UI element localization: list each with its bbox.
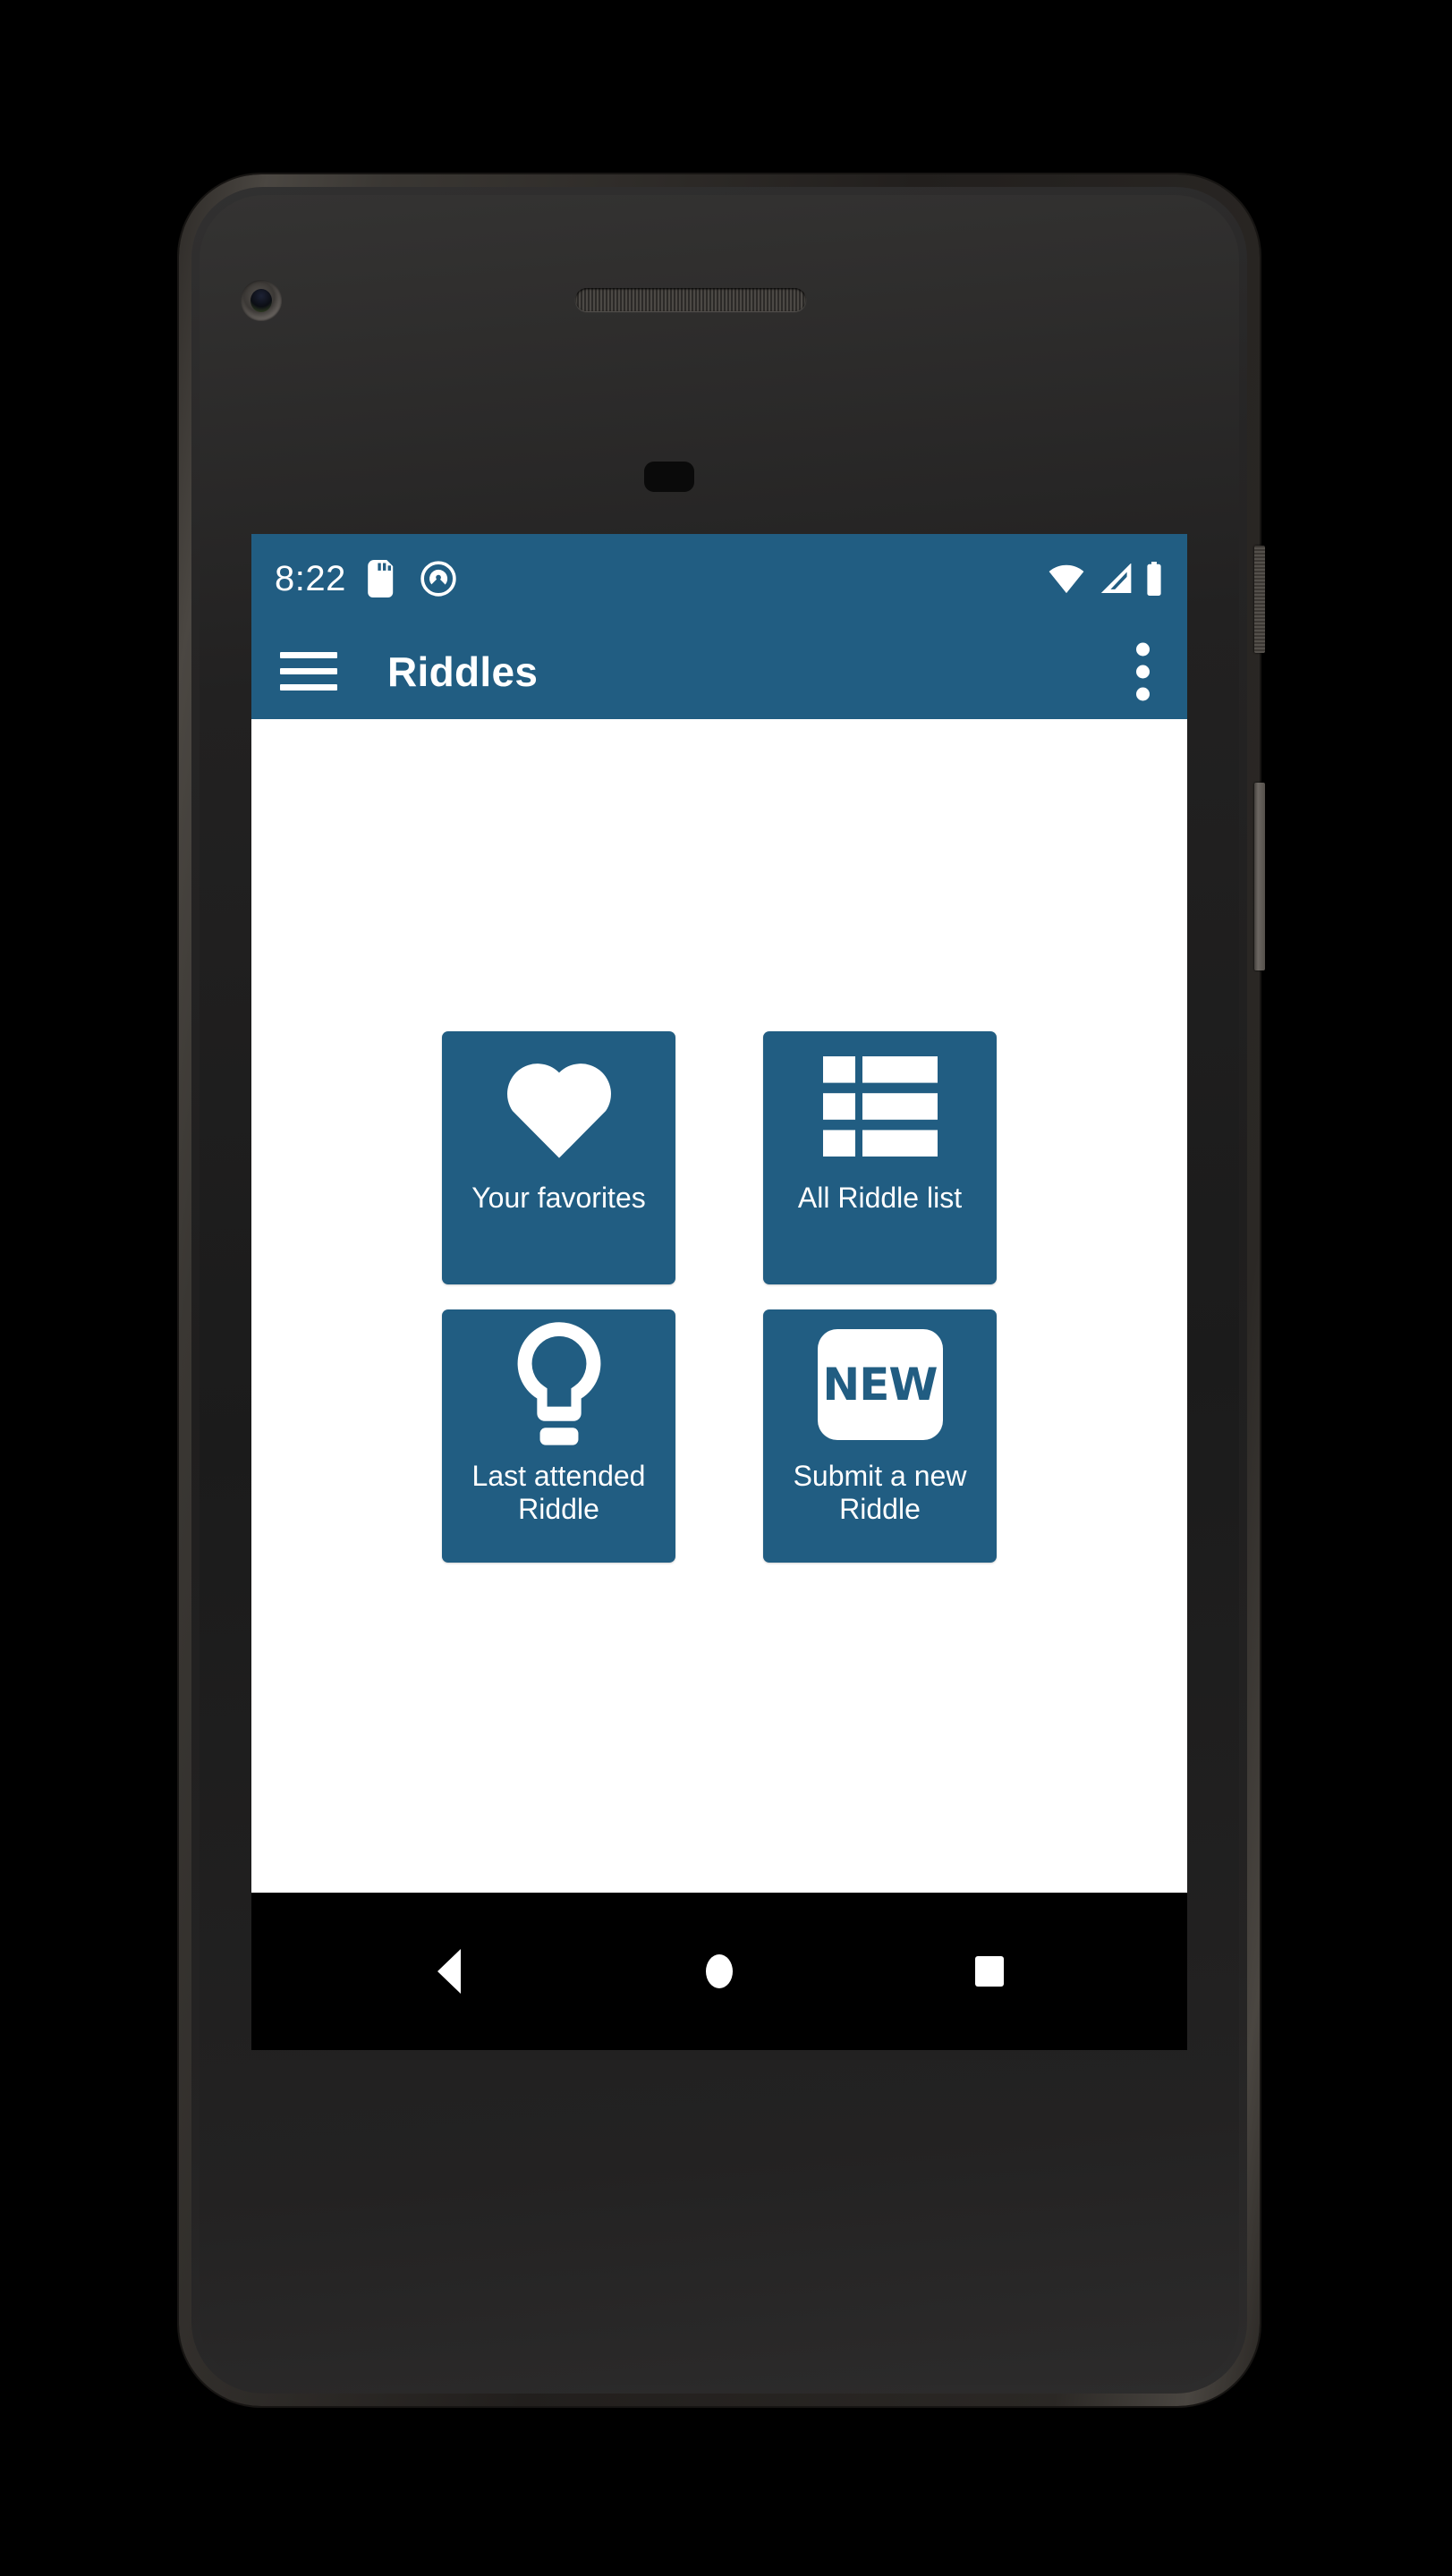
phone-screen: 8:22 Riddles Your favorites All Riddle l… bbox=[251, 534, 1187, 2050]
more-vert-icon[interactable] bbox=[1136, 642, 1150, 700]
tile-icon-wrapper bbox=[442, 1309, 675, 1460]
nav-back-button[interactable] bbox=[395, 1918, 503, 2025]
tile-all-riddle-list[interactable]: All Riddle list bbox=[763, 1031, 997, 1284]
page-title: Riddles bbox=[387, 648, 539, 695]
tile-submit-new-riddle[interactable]: NEW Submit a new Riddle bbox=[763, 1309, 997, 1563]
home-icon bbox=[706, 1954, 733, 1988]
phone-glass-panel: 8:22 Riddles Your favorites All Riddle l… bbox=[200, 195, 1239, 2385]
power-button[interactable] bbox=[1254, 546, 1265, 653]
heart-icon bbox=[506, 1063, 611, 1158]
status-bar-right-group bbox=[1048, 562, 1164, 596]
app-bar: Riddles bbox=[251, 623, 1187, 719]
phone-inner-bezel: 8:22 Riddles Your favorites All Riddle l… bbox=[191, 187, 1247, 2394]
overflow-dot bbox=[1136, 642, 1150, 656]
lightbulb-icon bbox=[517, 1322, 600, 1445]
new-badge-icon: NEW bbox=[817, 1329, 943, 1440]
status-bar-left-group: 8:22 bbox=[275, 560, 457, 597]
hamburger-menu-icon[interactable] bbox=[280, 643, 337, 700]
volume-button[interactable] bbox=[1254, 783, 1265, 970]
tile-label: All Riddle list bbox=[797, 1182, 963, 1214]
overflow-dot bbox=[1136, 687, 1150, 700]
wifi-icon bbox=[1049, 564, 1084, 594]
sd-card-icon bbox=[368, 560, 394, 597]
tile-your-favorites[interactable]: Your favorites bbox=[442, 1031, 675, 1284]
tile-last-attended-riddle[interactable]: Last attended Riddle bbox=[442, 1309, 675, 1563]
hamburger-line bbox=[280, 668, 337, 674]
status-bar: 8:22 bbox=[251, 534, 1187, 623]
tile-label: Last attended Riddle bbox=[471, 1460, 646, 1526]
back-icon bbox=[437, 1949, 461, 1994]
main-content: Your favorites All Riddle list Last atte… bbox=[251, 719, 1187, 1893]
android-navigation-bar bbox=[251, 1893, 1187, 2050]
tile-label: Your favorites bbox=[471, 1182, 646, 1214]
front-camera bbox=[241, 280, 282, 321]
earpiece-speaker bbox=[575, 288, 806, 311]
hamburger-line bbox=[280, 652, 337, 658]
overflow-dot bbox=[1136, 665, 1150, 678]
nav-home-button[interactable] bbox=[666, 1918, 773, 2025]
proximity-sensor bbox=[644, 462, 694, 492]
battery-icon bbox=[1147, 562, 1161, 596]
tile-label: Submit a new Riddle bbox=[793, 1460, 967, 1526]
hamburger-line bbox=[280, 684, 337, 691]
recents-icon bbox=[975, 1956, 1004, 1987]
tile-grid: Your favorites All Riddle list Last atte… bbox=[442, 1031, 997, 1563]
tile-icon-wrapper: NEW bbox=[763, 1309, 997, 1460]
list-icon bbox=[822, 1056, 938, 1157]
do-not-disturb-icon bbox=[420, 561, 456, 597]
status-clock: 8:22 bbox=[275, 559, 346, 598]
nav-recents-button[interactable] bbox=[936, 1918, 1043, 2025]
tile-icon-wrapper bbox=[763, 1031, 997, 1182]
phone-device-frame: 8:22 Riddles Your favorites All Riddle l… bbox=[179, 174, 1265, 2406]
new-badge-text: NEW bbox=[822, 1359, 938, 1411]
tile-icon-wrapper bbox=[442, 1031, 675, 1182]
cell-signal-icon bbox=[1100, 564, 1132, 593]
